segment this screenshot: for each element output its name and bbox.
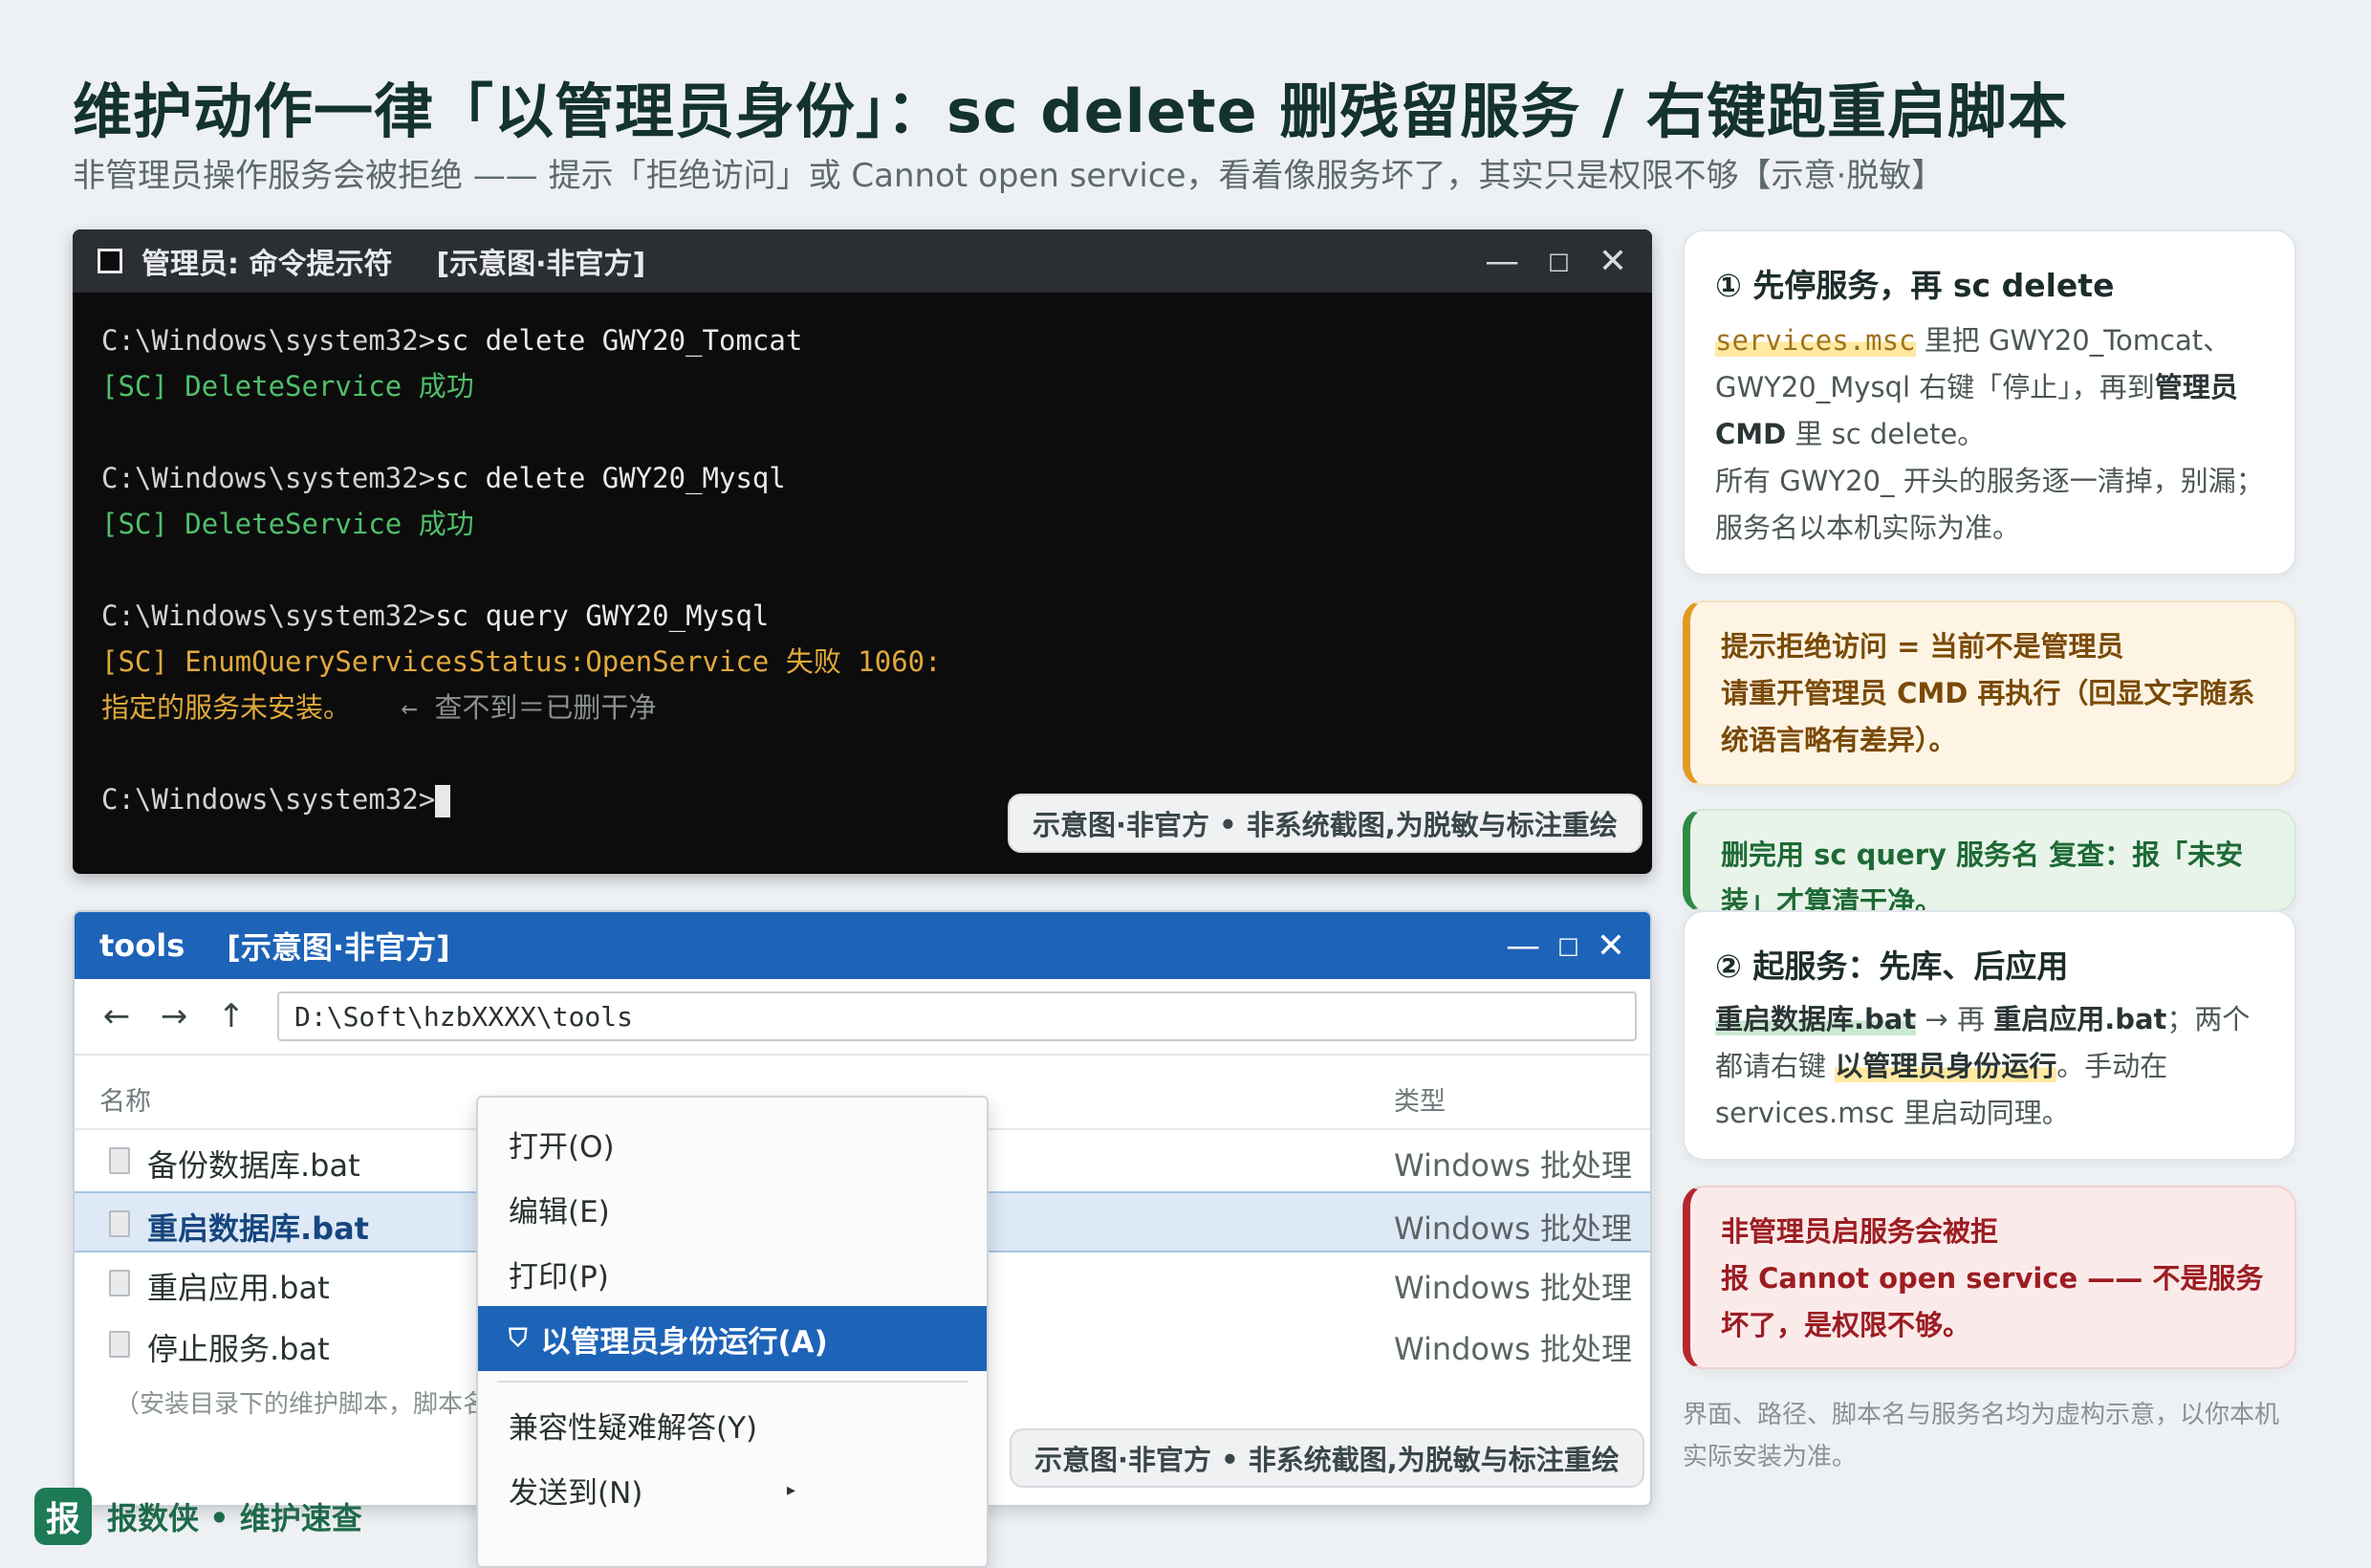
card-strong: 重启应用.bat: [1993, 1003, 2167, 1035]
bat-file-icon: [109, 1270, 130, 1296]
context-menu: 打开(O) 编辑(E) 打印(P) ⛉ 以管理员身份运行(A) 兼容性疑难解答(…: [476, 1096, 989, 1568]
card-title: ① 先停服务，再 sc delete: [1715, 267, 2115, 304]
cmd-tag: [示意图·非官方]: [436, 248, 646, 281]
cmd-icon: [98, 249, 122, 273]
file-name: 备份数据库.bat: [147, 1147, 360, 1184]
disclaimer-badge: 示意图·非官方 • 非系统截图,为脱敏与标注重绘: [1008, 794, 1642, 853]
output-line-2: [SC] DeleteService 成功: [101, 508, 474, 540]
cmd-line-2: sc delete GWY20_Mysql: [435, 462, 786, 494]
maximize-icon[interactable]: □: [1548, 248, 1570, 274]
output-line-4: 指定的服务未安装。: [101, 691, 352, 724]
bat-file-icon: [109, 1147, 130, 1174]
minimize-icon[interactable]: —: [1485, 242, 1519, 281]
card-text: 所有 GWY20_ 开头的服务逐一清掉，别漏；服务名以本机实际为准。: [1715, 465, 2264, 544]
file-name: 重启应用.bat: [147, 1270, 330, 1306]
card-error: 非管理员启服务会被拒 报 Cannot open service —— 不是服务…: [1683, 1186, 2296, 1369]
minimize-icon[interactable]: —: [1506, 926, 1540, 966]
cmd-line-3: sc query GWY20_Mysql: [435, 599, 770, 632]
address-bar[interactable]: D:\Soft\hzbXXXX\tools: [277, 991, 1637, 1041]
explorer-title: tools: [99, 927, 185, 964]
explorer-tag: [示意图·非官方]: [227, 929, 450, 966]
folder-note: （安装目录下的维护脚本，脚本名: [115, 1390, 489, 1419]
close-icon[interactable]: ✕: [1597, 926, 1625, 966]
cmd-title: 管理员: 命令提示符: [141, 248, 393, 281]
up-arrow-icon[interactable]: ↑: [203, 997, 260, 1035]
cmd-line-1: sc delete GWY20_Tomcat: [435, 324, 803, 357]
card-step-2: ② 起服务：先库、后应用 重启数据库.bat → 再 重启应用.bat；两个都请…: [1683, 910, 2296, 1161]
file-type: Windows 批处理: [1394, 1210, 1633, 1247]
card-body: 提示拒绝访问 = 当前不是管理员 请重开管理员 CMD 再执行（回显文字随系统语…: [1721, 630, 2255, 756]
cmd-titlebar[interactable]: 管理员: 命令提示符 [示意图·非官方] — □ ✕: [73, 229, 1652, 293]
brand-name: 报数侠 • 维护速查: [107, 1500, 362, 1536]
card-step-1: ① 先停服务，再 sc delete services.msc 里把 GWY20…: [1683, 229, 2296, 576]
card-tip: 删完用 sc query 服务名 复查：报「未安装」才算清干净。: [1683, 809, 2296, 912]
card-text: 里 sc delete。: [1786, 418, 1986, 450]
menu-item-label: 以管理员身份运行(A): [540, 1324, 828, 1360]
bottom-note: 界面、路径、脚本名与服务名均为虚构示意，以你本机实际安装为准。: [1683, 1401, 2280, 1471]
maximize-icon[interactable]: □: [1557, 932, 1579, 959]
back-arrow-icon[interactable]: ←: [88, 997, 145, 1035]
menu-item-run-as-admin[interactable]: ⛉ 以管理员身份运行(A): [478, 1306, 987, 1371]
page-subtitle: 非管理员操作服务会被拒绝 —— 提示「拒绝访问」或 Cannot open se…: [73, 157, 1945, 195]
card-strong: 重启数据库.bat: [1715, 1003, 1917, 1035]
menu-item-sendto[interactable]: 发送到(N) ▸: [478, 1457, 987, 1522]
menu-item-open[interactable]: 打开(O): [478, 1111, 987, 1176]
menu-item-edit[interactable]: 编辑(E): [478, 1176, 987, 1241]
card-title: ② 起服务：先库、后应用: [1715, 947, 2069, 985]
card-strong: 以管理员身份运行: [1835, 1050, 2057, 1082]
bat-file-icon: [109, 1331, 130, 1358]
output-line-3: [SC] EnumQueryServicesStatus:OpenService…: [101, 645, 942, 678]
file-type: Windows 批处理: [1394, 1270, 1633, 1306]
address-row: ← → ↑ D:\Soft\hzbXXXX\tools: [75, 979, 1650, 1056]
prompt: C:\Windows\system32>: [101, 599, 436, 632]
close-icon[interactable]: ✕: [1599, 242, 1627, 281]
card-warning: 提示拒绝访问 = 当前不是管理员 请重开管理员 CMD 再执行（回显文字随系统语…: [1683, 600, 2296, 786]
prompt: C:\Windows\system32>: [101, 783, 436, 816]
submenu-arrow-icon: ▸: [786, 1479, 795, 1500]
card-body: 非管理员启服务会被拒 报 Cannot open service —— 不是服务…: [1721, 1215, 2264, 1341]
file-type: Windows 批处理: [1394, 1331, 1633, 1367]
card-text: → 再: [1916, 1003, 1994, 1035]
explorer-titlebar[interactable]: tools [示意图·非官方] — □ ✕: [75, 912, 1650, 979]
file-name: 重启数据库.bat: [147, 1210, 369, 1247]
menu-item-label: 发送到(N): [509, 1475, 643, 1511]
forward-arrow-icon[interactable]: →: [145, 997, 203, 1035]
menu-item-print[interactable]: 打印(P): [478, 1241, 987, 1306]
menu-separator: [497, 1381, 968, 1383]
cmd-output[interactable]: C:\Windows\system32>sc delete GWY20_Tomc…: [73, 293, 1652, 847]
output-hint: ← 查不到＝已删干净: [401, 691, 657, 724]
page-title: 维护动作一律「以管理员身份」：sc delete 删残留服务 / 右键跑重启脚本: [73, 76, 2069, 146]
column-type[interactable]: 类型: [1394, 1080, 1446, 1118]
brand-logo: 报: [34, 1488, 92, 1545]
shield-icon: ⛉: [509, 1323, 528, 1353]
brand: 报 报数侠 • 维护速查: [34, 1488, 362, 1545]
card-body: services.msc 里把 GWY20_Tomcat、GWY20_Mysql…: [1715, 317, 2268, 552]
column-name[interactable]: 名称: [99, 1080, 151, 1118]
text-cursor: [435, 785, 451, 817]
bat-file-icon: [109, 1210, 130, 1237]
cmd-window[interactable]: 管理员: 命令提示符 [示意图·非官方] — □ ✕ C:\Windows\sy…: [73, 229, 1652, 874]
file-name: 停止服务.bat: [147, 1331, 330, 1367]
menu-item-compat[interactable]: 兼容性疑难解答(Y): [478, 1392, 987, 1457]
prompt: C:\Windows\system32>: [101, 324, 436, 357]
output-line-1: [SC] DeleteService 成功: [101, 370, 474, 403]
code-services-msc: services.msc: [1715, 324, 1916, 357]
prompt: C:\Windows\system32>: [101, 462, 436, 494]
disclaimer-badge: 示意图·非官方 • 非系统截图,为脱敏与标注重绘: [1010, 1428, 1644, 1488]
card-body: 重启数据库.bat → 再 重启应用.bat；两个都请右键 以管理员身份运行。手…: [1715, 996, 2268, 1137]
card-body: 删完用 sc query 服务名 复查：报「未安装」才算清干净。: [1721, 838, 2244, 912]
page: 维护动作一律「以管理员身份」：sc delete 删残留服务 / 右键跑重启脚本…: [0, 0, 2371, 1568]
file-type: Windows 批处理: [1394, 1147, 1633, 1184]
